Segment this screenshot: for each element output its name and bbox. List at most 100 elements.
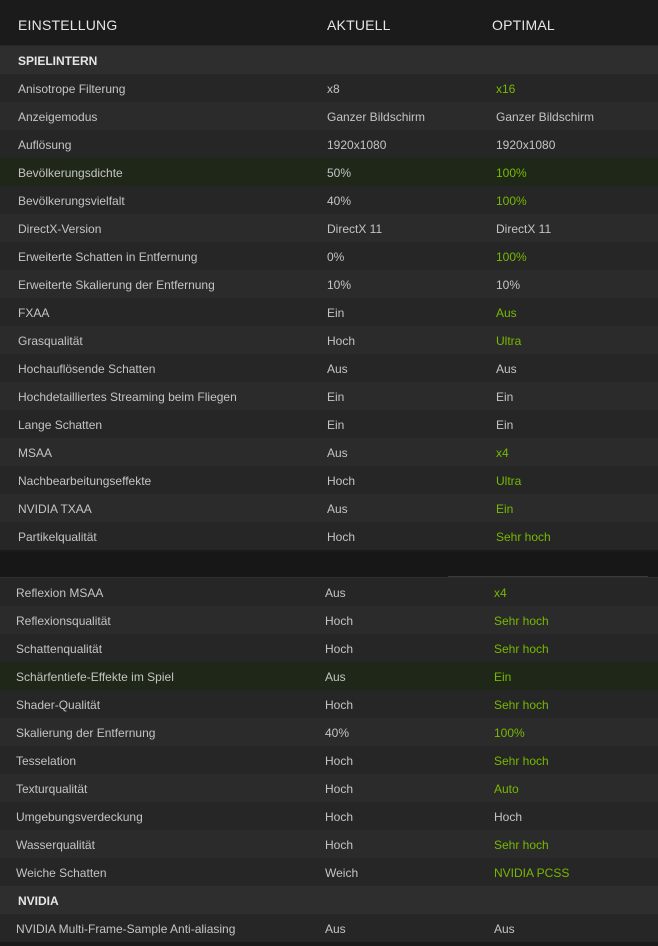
table-row[interactable]: Anisotrope Filterung x8 x16	[0, 74, 658, 102]
table-row[interactable]: Schattenqualität Hoch Sehr hoch	[0, 634, 658, 662]
table-row[interactable]: MSAA Aus x4	[0, 438, 658, 466]
optimal-value: Ein	[494, 670, 512, 684]
current-value: Hoch	[327, 474, 356, 488]
section-header: SPIELINTERN	[0, 46, 658, 74]
table-row[interactable]: Umgebungsverdeckung Hoch Hoch	[0, 802, 658, 830]
setting-name: Texturqualität	[16, 782, 88, 796]
optimal-value: 10%	[496, 278, 521, 292]
table-row[interactable]: Anzeigemodus Ganzer Bildschirm Ganzer Bild…	[0, 102, 658, 130]
optimal-value: Auto	[494, 782, 519, 796]
current-value: Hoch	[327, 334, 356, 348]
current-value: Aus	[327, 362, 348, 376]
optimal-value: Sehr hoch	[494, 642, 549, 656]
current-value: Hoch	[325, 782, 354, 796]
current-value: 40%	[327, 194, 352, 208]
optimal-value: 100%	[494, 726, 525, 740]
table-row[interactable]: Shader-Qualität Hoch Sehr hoch	[0, 690, 658, 718]
section-label: NVIDIA	[18, 894, 59, 908]
optimal-value: Hoch	[494, 810, 523, 824]
table-row[interactable]: Bevölkerungsdichte 50% 100%	[0, 158, 658, 186]
table-row[interactable]: Texturqualität Hoch Auto	[0, 774, 658, 802]
table-row[interactable]: Nachbearbeitungseffekte Hoch Ultra	[0, 466, 658, 494]
setting-name: Reflexion MSAA	[16, 586, 104, 600]
table-row[interactable]: DirectX-Version DirectX 11 DirectX 11	[0, 214, 658, 242]
setting-name: Erweiterte Schatten in Entfernung	[18, 250, 198, 264]
current-value: DirectX 11	[327, 222, 383, 236]
current-value: x8	[327, 82, 340, 96]
optimal-value: 100%	[496, 194, 527, 208]
current-value: 50%	[327, 166, 352, 180]
optimal-value: DirectX 11	[496, 222, 552, 236]
current-value: 0%	[327, 250, 345, 264]
optimal-value: Ganzer Bildschirm	[496, 110, 595, 124]
setting-name: Shader-Qualität	[16, 698, 101, 712]
setting-name: Weiche Schatten	[16, 866, 107, 880]
table-row[interactable]: Reflexionsqualität Hoch Sehr hoch	[0, 606, 658, 634]
setting-name: Hochdetailliertes Streaming beim Fliegen	[18, 390, 237, 404]
current-value: Hoch	[325, 642, 354, 656]
table-row[interactable]: Hochauflösende Schatten Aus Aus	[0, 354, 658, 382]
section-header: NVIDIA	[0, 886, 658, 914]
optimal-value: x4	[496, 446, 509, 460]
current-value: Aus	[325, 586, 346, 600]
optimal-value: x16	[496, 82, 516, 96]
setting-name: Lange Schatten	[18, 418, 103, 432]
setting-name: MSAA	[18, 446, 53, 460]
table-row[interactable]: NVIDIA Multi-Frame-Sample Anti-aliasing A…	[0, 914, 658, 942]
header-current: AKTUELL	[327, 17, 391, 33]
table-row[interactable]: Schärfentiefe-Effekte im Spiel Aus Ein	[0, 662, 658, 690]
table-row[interactable]: Erweiterte Skalierung der Entfernung 10% 1…	[0, 270, 658, 298]
current-value: Ein	[327, 418, 345, 432]
settings-panel-ingame: SPIELINTERN Anisotrope Filterung x8 x16 Anze…	[0, 46, 658, 550]
optimal-value: NVIDIA PCSS	[494, 866, 570, 880]
table-row[interactable]: Reflexion MSAA Aus x4	[0, 578, 658, 606]
current-value: Ein	[327, 390, 345, 404]
section-label: SPIELINTERN	[18, 54, 98, 68]
setting-name: Umgebungsverdeckung	[16, 810, 143, 824]
table-row[interactable]: Skalierung der Entfernung 40% 100%	[0, 718, 658, 746]
setting-name: FXAA	[18, 306, 50, 320]
table-row[interactable]: Weiche Schatten Weich NVIDIA PCSS	[0, 858, 658, 886]
setting-name: Hochauflösende Schatten	[18, 362, 156, 376]
setting-name: Grasqualität	[18, 334, 83, 348]
optimal-value: Ultra	[496, 334, 522, 348]
table-row[interactable]: NVIDIA TXAA Aus Ein	[0, 494, 658, 522]
current-value: Hoch	[325, 754, 354, 768]
table-row[interactable]: Hochdetailliertes Streaming beim Fliegen…	[0, 382, 658, 410]
current-value: Hoch	[325, 838, 354, 852]
optimal-value: Ein	[496, 502, 514, 516]
optimal-value: Ein	[496, 390, 514, 404]
optimal-value: x4	[494, 586, 507, 600]
current-value: 40%	[325, 726, 350, 740]
table-row[interactable]: Grasqualität Hoch Ultra	[0, 326, 658, 354]
current-value: Hoch	[325, 698, 354, 712]
setting-name: Anisotrope Filterung	[18, 82, 126, 96]
table-row[interactable]: Lange Schatten Ein Ein	[0, 410, 658, 438]
setting-name: Schärfentiefe-Effekte im Spiel	[16, 670, 174, 684]
optimal-value: Sehr hoch	[494, 754, 549, 768]
table-row[interactable]: Tesselation Hoch Sehr hoch	[0, 746, 658, 774]
current-value: Hoch	[325, 810, 354, 824]
optimal-value: 1920x1080	[496, 138, 556, 152]
table-row[interactable]: Partikelqualität Hoch Sehr hoch	[0, 522, 658, 550]
table-row[interactable]: Auflösung 1920x1080 1920x1080	[0, 130, 658, 158]
optimal-value: 100%	[496, 166, 527, 180]
table-row[interactable]: Erweiterte Schatten in Entfernung 0% 100%	[0, 242, 658, 270]
table-row[interactable]: Bevölkerungsvielfalt 40% 100%	[0, 186, 658, 214]
table-row[interactable]: FXAA Ein Aus	[0, 298, 658, 326]
setting-name: Reflexionsqualität	[16, 614, 111, 628]
optimal-value: Aus	[494, 922, 515, 936]
setting-name: Tesselation	[16, 754, 77, 768]
table-row[interactable]: Wasserqualität Hoch Sehr hoch	[0, 830, 658, 858]
optimal-value: Sehr hoch	[494, 614, 549, 628]
current-value: Hoch	[327, 530, 356, 544]
settings-panel-continued: Reflexion MSAA Aus x4 Reflexionsqualität Hoc…	[0, 578, 658, 942]
optimal-value: 100%	[496, 250, 527, 264]
optimal-value: Ultra	[496, 474, 522, 488]
setting-name: Wasserqualität	[16, 838, 95, 852]
table-header: EINSTELLUNG AKTUELL OPTIMAL	[0, 0, 658, 46]
setting-name: Schattenqualität	[16, 642, 103, 656]
setting-name: Auflösung	[18, 138, 72, 152]
current-value: Aus	[327, 502, 348, 516]
current-value: Aus	[325, 670, 346, 684]
